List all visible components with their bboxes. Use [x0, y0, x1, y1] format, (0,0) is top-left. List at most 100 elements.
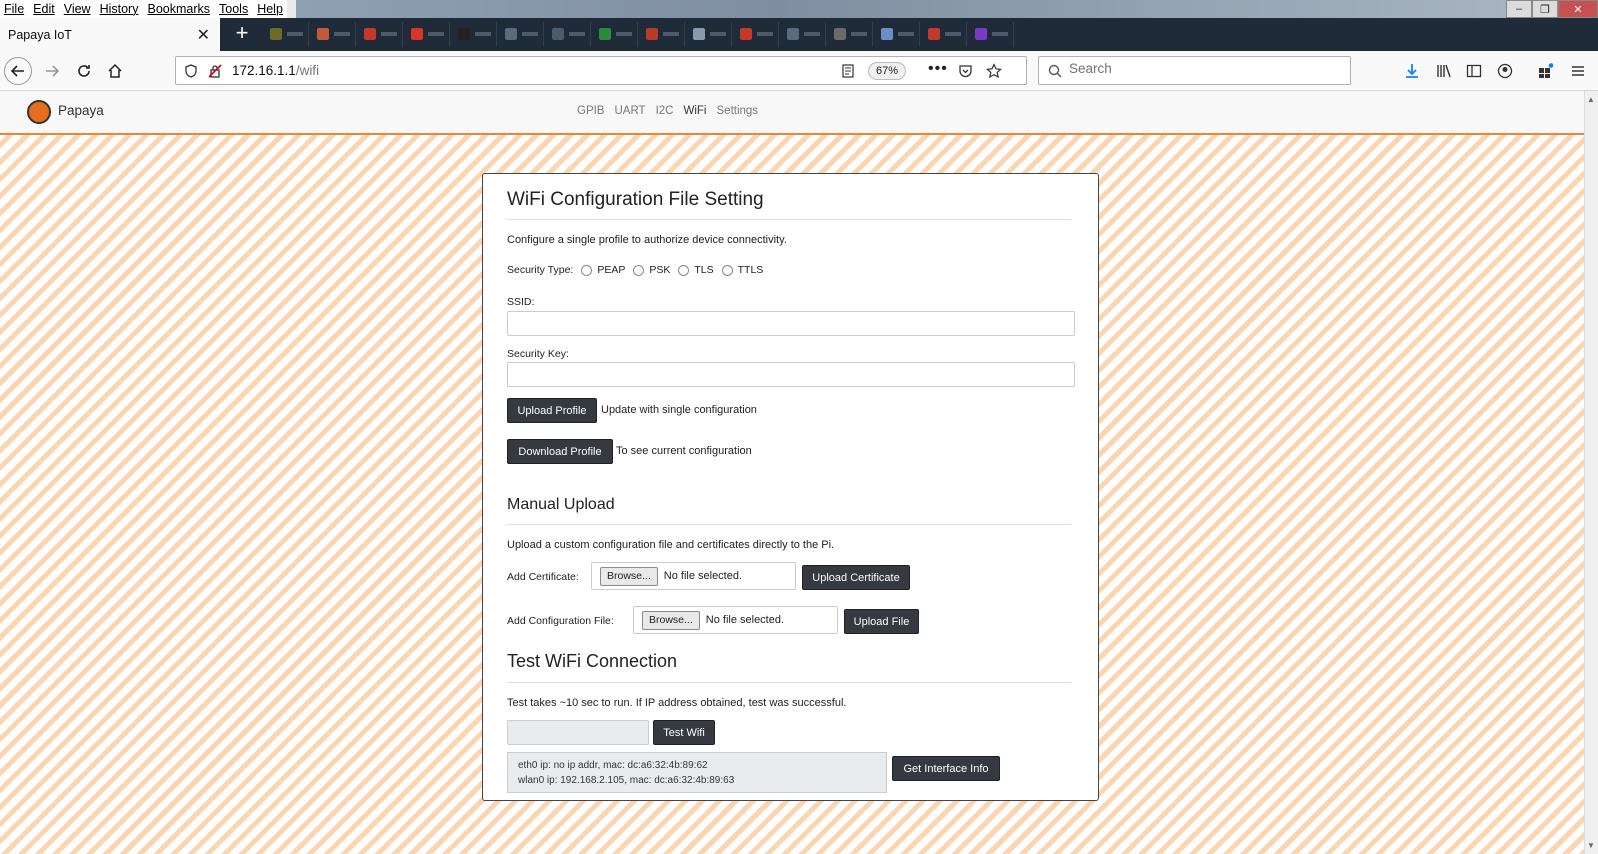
home-button[interactable] [101, 57, 129, 85]
url-path: /wifi [295, 63, 320, 78]
radio-psk[interactable]: PSK [633, 264, 670, 276]
radio-peap[interactable]: PEAP [581, 264, 625, 276]
reload-button[interactable] [70, 57, 98, 85]
radio-circle[interactable] [678, 264, 690, 276]
scroll-down-icon[interactable]: ▼ [1587, 841, 1595, 850]
search-input[interactable] [1069, 61, 1339, 76]
upload-certificate-button[interactable]: Upload Certificate [802, 565, 910, 590]
upload-file-button[interactable]: Upload File [844, 609, 919, 634]
tab[interactable] [591, 22, 638, 47]
hamburger-menu-icon[interactable] [1570, 63, 1586, 79]
tab[interactable] [920, 22, 967, 47]
tab[interactable] [497, 22, 544, 47]
minimize-button[interactable]: – [1506, 0, 1532, 18]
search-icon [1048, 64, 1062, 78]
page-actions-icon[interactable]: ••• [928, 60, 948, 78]
tab[interactable] [826, 22, 873, 47]
upload-profile-button[interactable]: Upload Profile [507, 398, 597, 423]
radio-circle[interactable] [721, 264, 733, 276]
radio-ttls[interactable]: TTLS [721, 264, 763, 276]
tab[interactable] [685, 22, 732, 47]
shield-icon[interactable] [184, 64, 198, 78]
menu-view[interactable]: View [64, 2, 91, 16]
tab-close-icon[interactable]: ✕ [197, 25, 210, 45]
reader-view-icon[interactable] [841, 64, 855, 78]
insecure-lock-icon[interactable] [208, 64, 222, 78]
tab[interactable] [262, 22, 309, 47]
library-icon[interactable] [1436, 63, 1452, 79]
menu-tools[interactable]: Tools [219, 2, 248, 16]
other-tabs [262, 22, 1598, 47]
window-controls: – ❐ ✕ [1506, 0, 1598, 18]
add-config-label: Add Configuration File: [507, 615, 614, 627]
no-file-text: No file selected. [705, 614, 785, 626]
home-icon [108, 63, 122, 78]
nav-wifi[interactable]: WiFi [684, 105, 707, 117]
tab[interactable] [309, 22, 356, 47]
certificate-file-input[interactable]: Browse... No file selected. [591, 562, 796, 590]
window-close-button[interactable]: ✕ [1558, 0, 1598, 18]
page-scrollbar[interactable]: ▲ ▼ [1584, 91, 1598, 854]
menu-file[interactable]: File [4, 2, 24, 16]
nav-bar: 172.16.1.1/wifi 67% ••• [0, 51, 1598, 91]
back-button[interactable] [4, 57, 32, 85]
tab[interactable] [779, 22, 826, 47]
interface-info-box: eth0 ip: no ip addr, mac: dc:a6:32:4b:89… [507, 752, 887, 793]
tab[interactable] [544, 22, 591, 47]
radio-label: PSK [649, 264, 671, 276]
papaya-logo-icon[interactable] [27, 100, 51, 124]
ssid-input[interactable] [507, 311, 1075, 336]
browse-button[interactable]: Browse... [642, 610, 700, 630]
browse-button[interactable]: Browse... [600, 566, 658, 586]
tab[interactable] [873, 22, 920, 47]
page-content: Papaya GPIB UART I2C WiFi Settings WiFi … [0, 91, 1584, 854]
radio-circle[interactable] [633, 264, 645, 276]
brand-name[interactable]: Papaya [58, 103, 104, 118]
menu-history[interactable]: History [100, 2, 139, 16]
scroll-up-icon[interactable]: ▲ [1587, 95, 1595, 104]
menu-help[interactable]: Help [257, 2, 283, 16]
menu-bookmarks[interactable]: Bookmarks [147, 2, 210, 16]
nav-i2c[interactable]: I2C [656, 105, 674, 117]
test-result-field[interactable] [507, 720, 649, 745]
tab[interactable] [638, 22, 685, 47]
test-wifi-description: Test takes ~10 sec to run. If IP address… [507, 697, 847, 709]
zoom-level[interactable]: 67% [868, 62, 906, 80]
security-type-label: Security Type: [507, 264, 574, 276]
tab[interactable] [356, 22, 403, 47]
download-profile-button[interactable]: Download Profile [507, 439, 613, 464]
tab[interactable] [967, 22, 1014, 47]
download-icon[interactable] [1404, 63, 1420, 79]
menu-edit[interactable]: Edit [33, 2, 55, 16]
account-icon[interactable] [1497, 63, 1513, 79]
radio-tls[interactable]: TLS [678, 264, 714, 276]
get-interface-info-button[interactable]: Get Interface Info [892, 756, 1000, 781]
test-wifi-button[interactable]: Test Wifi [653, 720, 715, 745]
tab-active[interactable]: Papaya IoT ✕ [0, 18, 220, 51]
tab[interactable] [732, 22, 779, 47]
tab[interactable] [403, 22, 450, 47]
pocket-icon[interactable] [958, 64, 973, 79]
config-file-input[interactable]: Browse... No file selected. [633, 606, 838, 634]
divider [507, 524, 1071, 525]
bookmark-star-icon[interactable] [986, 63, 1002, 79]
download-profile-hint: To see current configuration [616, 445, 752, 457]
search-bar[interactable] [1038, 56, 1351, 85]
nav-settings[interactable]: Settings [717, 105, 759, 117]
radio-label: TLS [694, 264, 714, 276]
extensions-icon[interactable] [1538, 63, 1554, 79]
radio-circle[interactable] [581, 264, 593, 276]
new-tab-button[interactable]: + [230, 21, 254, 47]
wifi-card: WiFi Configuration File Setting Configur… [482, 173, 1099, 801]
maximize-button[interactable]: ❐ [1532, 0, 1558, 18]
menu-bar: File Edit View History Bookmarks Tools H… [0, 0, 1598, 18]
sidebar-icon[interactable] [1466, 63, 1482, 79]
back-arrow-icon [10, 65, 24, 77]
nav-gpib[interactable]: GPIB [577, 105, 604, 117]
url-bar[interactable]: 172.16.1.1/wifi 67% ••• [175, 56, 1027, 85]
security-key-input[interactable] [507, 362, 1075, 387]
nav-uart[interactable]: UART [614, 105, 645, 117]
forward-button[interactable] [38, 57, 66, 85]
ssid-label: SSID: [507, 296, 535, 308]
tab[interactable] [450, 22, 497, 47]
